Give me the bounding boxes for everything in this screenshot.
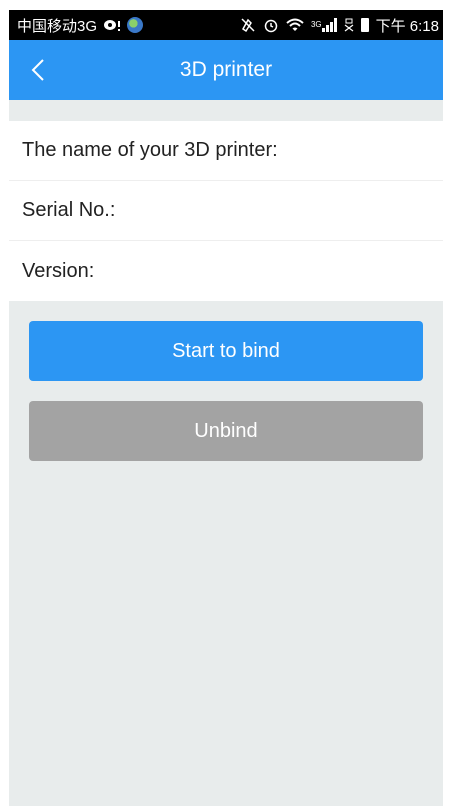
start-bind-button[interactable]: Start to bind bbox=[29, 321, 423, 381]
printer-name-row: The name of your 3D printer: bbox=[9, 121, 443, 181]
section-gap bbox=[9, 100, 443, 121]
serial-number-label: Serial No.: bbox=[22, 199, 116, 221]
chevron-left-icon bbox=[31, 59, 44, 81]
no-sim-icon bbox=[344, 18, 354, 32]
network-type-label: 3G bbox=[310, 20, 322, 29]
printer-info-list: The name of your 3D printer: Serial No.:… bbox=[9, 121, 443, 301]
status-left: 中国移动3G bbox=[17, 15, 144, 36]
version-row: Version: bbox=[9, 241, 443, 301]
title-bar: 3D printer bbox=[9, 40, 443, 100]
carrier-label: 中国移动3G bbox=[17, 17, 98, 35]
cellular-signal-icon: 3G bbox=[311, 18, 337, 32]
alarm-icon bbox=[263, 17, 279, 33]
notification-icon bbox=[103, 18, 121, 32]
page-title: 3D printer bbox=[179, 58, 273, 81]
actions: Start to bind Unbind bbox=[9, 301, 443, 461]
unbind-button[interactable]: Unbind bbox=[29, 401, 423, 461]
clock-label: 下午 6:18 bbox=[375, 17, 439, 35]
wifi-icon bbox=[286, 18, 304, 32]
version-label: Version: bbox=[22, 259, 95, 282]
battery-icon bbox=[360, 18, 369, 32]
status-bar: 中国移动3G 3G 下午 6:18 bbox=[9, 10, 443, 40]
status-right: 3G 下午 6:18 bbox=[240, 15, 439, 36]
back-button[interactable] bbox=[23, 40, 53, 100]
mute-icon bbox=[240, 17, 256, 33]
serial-number-row: Serial No.: bbox=[9, 181, 443, 241]
app-screen: 中国移动3G 3G 下午 6:18 3D printer The name of… bbox=[9, 10, 443, 806]
browser-icon bbox=[127, 17, 144, 33]
printer-name-label: The name of your 3D printer: bbox=[22, 139, 278, 161]
